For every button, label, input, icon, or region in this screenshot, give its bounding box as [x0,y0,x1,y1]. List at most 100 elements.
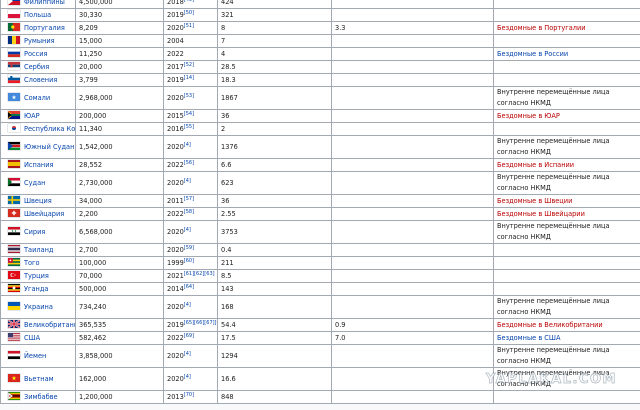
reference-link[interactable]: [52] [184,62,194,68]
reference-link[interactable]: [61][62][63] [184,271,215,277]
year-cell: 2020[4] [163,171,218,195]
reference-link[interactable]: [4] [184,142,191,148]
year-cell: 2014[64] [163,282,218,296]
table-row: Румыния 15,000 2004 7 [0,34,640,48]
reference-link[interactable]: [55] [184,124,194,130]
year-cell: 2016[55] [163,122,218,136]
notes-link[interactable]: Бездомные в Швейцарии [497,210,585,218]
reference-link[interactable]: [56] [184,160,194,166]
country-link[interactable]: Сирия [24,228,45,236]
notes-cell [493,122,640,136]
country-link[interactable]: Швеция [24,197,52,205]
country-link[interactable]: Уганда [24,285,48,293]
country-cell: Турция [0,269,76,283]
country-link[interactable]: ЮАР [24,112,40,120]
country-link[interactable]: Сомали [24,94,50,102]
table-row: Россия 11,250 2022 4 Бездомные в России [0,47,640,61]
country-link[interactable]: Словения [24,76,57,84]
somalia-flag-icon [8,93,20,101]
country-link[interactable]: Филиппины [24,0,65,6]
population-cell: 1,542,000 [75,135,164,159]
country-link[interactable]: Швейцария [24,210,64,218]
notes-cell: Бездомные в Великобритании [493,318,640,332]
country-link[interactable]: Вьетнам [24,375,54,383]
notes-link[interactable]: Бездомные в ЮАР [497,112,560,120]
year-cell: 2020[53] [163,86,218,110]
per-10000-cell: 6.6 [217,158,332,172]
year-value: 2022 [167,210,184,218]
reference-link[interactable]: [65][66][67][68] [184,320,217,326]
reference-link[interactable]: [58] [184,209,194,215]
population-cell: 6,568,000 [75,220,164,244]
country-link[interactable]: Того [24,259,40,267]
population-cell: 365,535 [75,318,164,332]
year-value: 2020 [167,246,184,254]
country-link[interactable]: Судан [24,179,45,187]
population-cell: 200,000 [75,109,164,123]
population-cell: 162,000 [75,367,164,391]
notes-link[interactable]: Бездомные в России [497,50,568,58]
notes-cell [493,0,640,9]
reference-link[interactable]: [4] [184,178,191,184]
percent-cell [331,34,494,48]
country-link[interactable]: Йемен [24,352,46,360]
reference-link[interactable]: [59] [184,245,194,251]
percent-cell [331,390,494,404]
reference-link[interactable]: [64] [184,284,194,290]
country-link[interactable]: Россия [24,50,48,58]
percent-cell [331,344,494,368]
country-link[interactable]: США [24,334,40,342]
reference-link[interactable]: [14] [184,75,194,81]
year-cell: 2021[61][62][63] [163,269,218,283]
percent-cell [331,0,494,9]
notes-link[interactable]: Бездомные в Испании [497,161,574,169]
uk-flag-icon [7,319,21,329]
country-link[interactable]: Турция [24,272,49,280]
country-link[interactable]: Португалия [24,24,65,32]
reference-link[interactable]: [54] [184,111,194,117]
notes-link[interactable]: Бездомные в США [497,334,560,342]
per-10000-cell: 18.3 [217,73,332,87]
reference-link[interactable]: [57] [184,196,194,202]
syria-flag-icon [8,227,20,235]
vietnam-flag-icon [8,374,20,382]
reference-link[interactable]: [60] [184,258,194,264]
country-link[interactable]: Южный Судан [24,143,74,151]
country-link[interactable]: Республика Корея [24,125,75,133]
table-row: Сомали 2,968,000 2020[53] 1867 Внутренне пер… [0,86,640,110]
notes-link[interactable]: Бездомные в Швеции [497,197,572,205]
country-link[interactable]: Сербия [24,63,49,71]
country-link[interactable]: Польша [24,11,51,19]
watermark-logo: YAPLAKAL.COM [486,372,617,388]
notes-link[interactable]: Бездомные в Португалии [497,24,586,32]
per-10000-cell: 17.5 [217,331,332,345]
year-cell: 2022[56] [163,158,218,172]
reference-link[interactable]: [49] [184,0,194,3]
country-cell: Польша [0,8,76,22]
year-value: 2017 [167,63,184,71]
reference-link[interactable]: [51] [184,23,194,29]
reference-link[interactable]: [4] [184,302,191,308]
reference-link[interactable]: [4] [184,374,191,380]
reference-link[interactable]: [50] [184,10,194,16]
reference-link[interactable]: [4] [184,351,191,357]
year-cell: 2011[57] [163,194,218,208]
reference-link[interactable]: [53] [184,93,194,99]
population-cell: 2,700 [75,243,164,257]
country-link[interactable]: Великобритания [24,321,75,329]
population-cell: 20,000 [75,60,164,74]
country-link[interactable]: Украина [24,303,53,311]
country-link[interactable]: Румыния [24,37,55,45]
table-row: Сирия 6,568,000 2020[4] 3753 Внутренне перем… [0,220,640,244]
country-link[interactable]: Испания [24,161,53,169]
country-link[interactable]: Таиланд [24,246,53,254]
reference-link[interactable]: [70] [184,392,194,398]
notes-cell [493,390,640,404]
country-link[interactable]: Зимбабве [24,393,58,401]
per-10000-cell: 8.5 [217,269,332,283]
year-cell: 2020[51] [163,21,218,35]
notes-link[interactable]: Бездомные в Великобритании [497,321,603,329]
reference-link[interactable]: [4] [184,227,191,233]
year-value: 2011 [167,197,184,205]
reference-link[interactable]: [69] [184,333,194,339]
